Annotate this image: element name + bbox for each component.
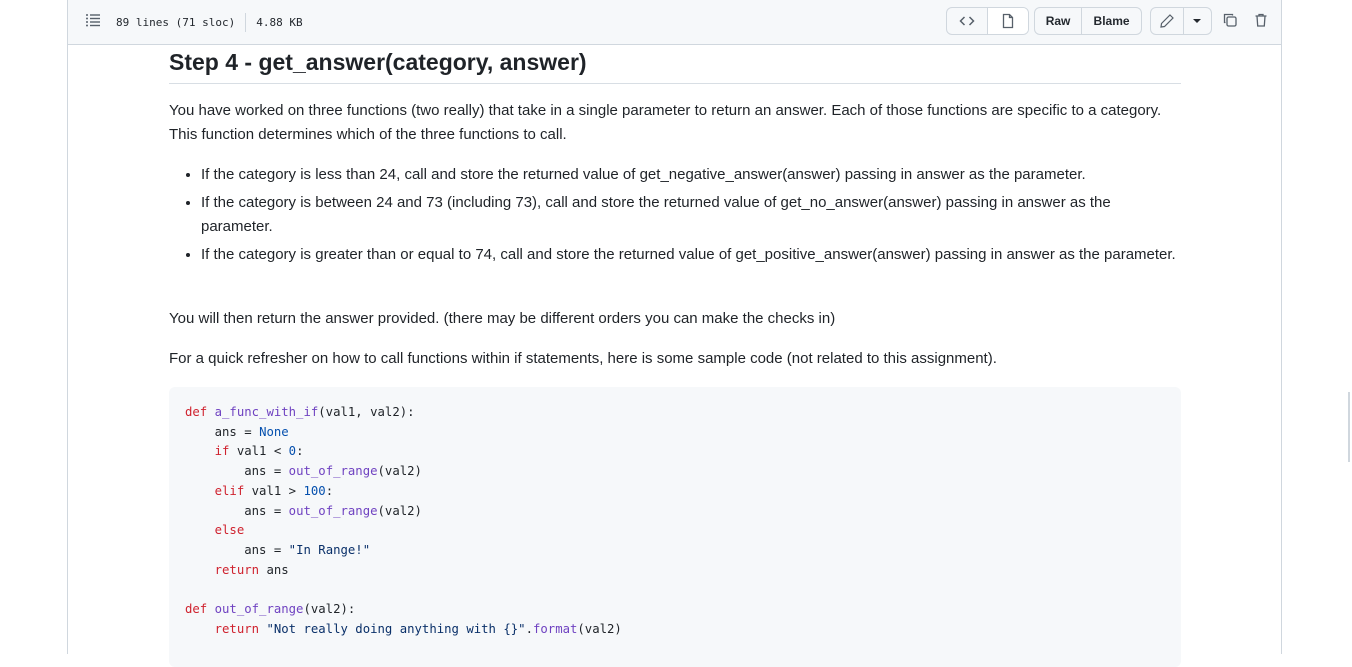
edit-button[interactable]: [1151, 8, 1184, 34]
code-block: def a_func_with_if(val1, val2): ans = No…: [169, 387, 1181, 667]
edit-group: [1150, 7, 1212, 35]
raw-blame-group: Raw Blame: [1034, 7, 1142, 35]
file-view: 89 lines (71 sloc) 4.88 KB Raw Blame Ste…: [67, 0, 1282, 667]
file-info: 89 lines (71 sloc) 4.88 KB: [116, 13, 303, 32]
preview-view-button[interactable]: [987, 8, 1028, 34]
file-size: 4.88 KB: [256, 16, 303, 29]
intro-paragraph: You have worked on three functions (two …: [169, 102, 1162, 143]
blame-button[interactable]: Blame: [1082, 8, 1141, 34]
view-toggle: [946, 7, 1029, 35]
pencil-icon: [1160, 14, 1174, 28]
refresher-paragraph: For a quick refresher on how to call fun…: [169, 350, 997, 367]
line-count: 89 lines (71 sloc): [116, 16, 236, 29]
return-paragraph: You will then return the answer provided…: [169, 310, 836, 327]
file-icon: [1002, 13, 1013, 29]
copy-icon[interactable]: [1221, 11, 1239, 29]
scrollbar-thumb[interactable]: [1348, 392, 1350, 462]
file-header: 89 lines (71 sloc) 4.88 KB Raw Blame: [68, 0, 1281, 45]
code-view-button[interactable]: [947, 8, 988, 34]
section-heading: Step 4 - get_answer(category, answer): [169, 45, 1181, 84]
edit-dropdown-button[interactable]: [1184, 8, 1211, 34]
list-item: If the category is greater than or equal…: [201, 243, 1181, 267]
triangle-down-icon: [1193, 19, 1202, 23]
list-item: If the category is less than 24, call an…: [201, 163, 1181, 187]
list-item: If the category is between 24 and 73 (in…: [201, 191, 1181, 239]
code-icon: [959, 16, 975, 26]
rules-list: If the category is less than 24, call an…: [169, 163, 1181, 271]
markdown-body: Step 4 - get_answer(category, answer) Yo…: [169, 45, 1181, 667]
divider: [245, 13, 247, 32]
raw-button[interactable]: Raw: [1035, 8, 1083, 34]
trash-icon[interactable]: [1252, 11, 1270, 29]
list-unordered-icon[interactable]: [85, 12, 101, 28]
